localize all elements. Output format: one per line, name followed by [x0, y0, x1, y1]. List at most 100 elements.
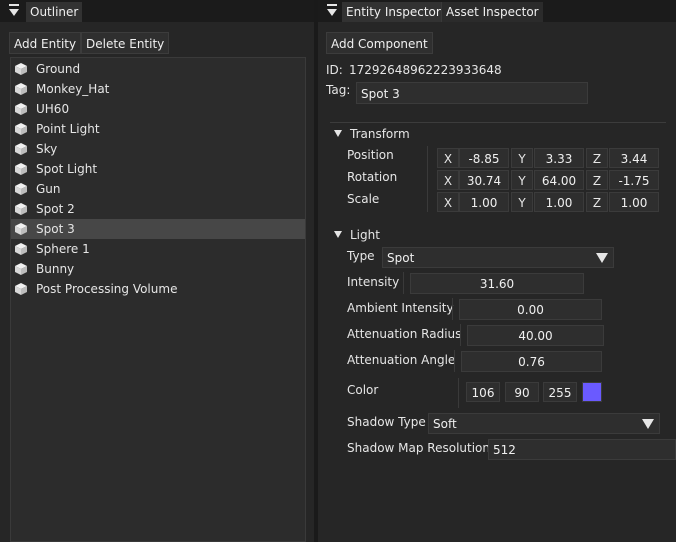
rotation-z-field[interactable]: -1.75 — [609, 170, 659, 190]
list-item-label: Bunny — [36, 262, 75, 276]
cube-icon — [14, 182, 28, 196]
list-item[interactable]: Gun — [11, 179, 305, 199]
ambient-intensity-field[interactable]: 0.00 — [459, 299, 602, 320]
cube-icon — [14, 62, 28, 76]
tab-menu-icon[interactable] — [324, 3, 342, 19]
delete-entity-button[interactable]: Delete Entity — [81, 32, 170, 54]
inspector-tabbar: Entity Inspector Asset Inspector — [318, 0, 676, 22]
atten-radius-separator — [460, 324, 461, 346]
scale-label: Scale — [347, 192, 380, 206]
color-g-field[interactable]: 90 — [505, 382, 539, 402]
list-item[interactable]: Spot 2 — [11, 199, 305, 219]
list-item[interactable]: Point Light — [11, 119, 305, 139]
position-axis-x: X — [437, 148, 459, 168]
position-label: Position — [347, 148, 394, 162]
tab-outliner[interactable]: Outliner — [26, 2, 83, 22]
collapse-arrow-icon[interactable] — [334, 231, 342, 238]
transform-separator — [427, 146, 428, 212]
attenuation-angle-label: Attenuation Angle — [347, 353, 456, 367]
intensity-field[interactable]: 31.60 — [410, 273, 584, 294]
type-dropdown[interactable]: Spot — [382, 247, 614, 268]
list-item[interactable]: Spot Light — [11, 159, 305, 179]
list-item[interactable]: UH60 — [11, 99, 305, 119]
cube-icon — [14, 162, 28, 176]
tag-input[interactable]: Spot 3 — [356, 82, 588, 104]
dropdown-arrow-icon — [642, 419, 654, 429]
type-value: Spot — [387, 251, 415, 265]
color-r-field[interactable]: 106 — [466, 382, 500, 402]
shadow-map-resolution-field[interactable]: 512 — [488, 439, 676, 460]
tab-menu-icon[interactable] — [6, 3, 24, 19]
position-x-field[interactable]: -8.85 — [459, 148, 509, 168]
cube-icon — [14, 122, 28, 136]
scale-axis-x: X — [437, 192, 459, 212]
color-swatch[interactable] — [582, 382, 602, 402]
position-axis-z: Z — [586, 148, 608, 168]
attenuation-angle-field[interactable]: 0.76 — [461, 351, 602, 372]
list-item-label: Sphere 1 — [36, 242, 90, 256]
scale-y-field[interactable]: 1.00 — [534, 192, 584, 212]
position-axis-y: Y — [511, 148, 533, 168]
add-entity-button[interactable]: Add Entity — [9, 32, 82, 54]
scale-axis-y: Y — [511, 192, 533, 212]
scale-z-field[interactable]: 1.00 — [609, 192, 659, 212]
dropdown-arrow-icon — [596, 253, 608, 263]
outliner-tabbar: Outliner — [0, 0, 314, 22]
position-z-field[interactable]: 3.44 — [609, 148, 659, 168]
rotation-axis-x: X — [437, 170, 459, 190]
shadow-type-label: Shadow Type — [347, 415, 426, 429]
intensity-label: Intensity — [347, 275, 400, 289]
outliner-list: Ground Monkey_Hat UH60 Point Light Sky Spot L… — [10, 57, 306, 542]
light-header[interactable]: Light — [350, 228, 380, 242]
list-item-label: Spot 2 — [36, 202, 75, 216]
id-label: ID: — [326, 63, 343, 77]
list-item[interactable]: Post Processing Volume — [11, 279, 305, 299]
list-item[interactable]: Bunny — [11, 259, 305, 279]
list-item-label: Sky — [36, 142, 58, 156]
shadow-map-resolution-label: Shadow Map Resolution — [347, 441, 491, 455]
list-item-label: Point Light — [36, 122, 100, 136]
color-b-field[interactable]: 255 — [543, 382, 577, 402]
list-item-label: Spot 3 — [36, 222, 75, 236]
rotation-axis-y: Y — [511, 170, 533, 190]
list-item-label: Spot Light — [36, 162, 98, 176]
cube-icon — [14, 262, 28, 276]
list-item-label: Ground — [36, 62, 81, 76]
attenuation-radius-label: Attenuation Radius — [347, 327, 462, 341]
shadow-type-dropdown[interactable]: Soft — [428, 413, 660, 434]
rotation-y-field[interactable]: 64.00 — [534, 170, 584, 190]
list-item[interactable]: Ground — [11, 59, 305, 79]
position-y-field[interactable]: 3.33 — [534, 148, 584, 168]
list-item-label: UH60 — [36, 102, 70, 116]
list-item-label: Monkey_Hat — [36, 82, 110, 96]
tab-asset-inspector[interactable]: Asset Inspector — [441, 2, 543, 22]
transform-header[interactable]: Transform — [350, 127, 410, 141]
scale-axis-z: Z — [586, 192, 608, 212]
rotation-x-field[interactable]: 30.74 — [459, 170, 509, 190]
list-item-label: Post Processing Volume — [36, 282, 178, 296]
list-item[interactable]: Sphere 1 — [11, 239, 305, 259]
collapse-arrow-icon[interactable] — [334, 130, 342, 137]
list-item-label: Gun — [36, 182, 61, 196]
color-separator — [458, 378, 459, 408]
cube-icon — [14, 222, 28, 236]
intensity-separator — [403, 272, 404, 294]
ambient-intensity-label: Ambient Intensity — [347, 301, 454, 315]
scale-x-field[interactable]: 1.00 — [459, 192, 509, 212]
cube-icon — [14, 142, 28, 156]
outliner-panel: Outliner Add Entity Delete Entity Ground… — [0, 0, 314, 542]
add-component-button[interactable]: Add Component — [326, 32, 433, 54]
tab-entity-inspector[interactable]: Entity Inspector — [342, 2, 445, 22]
cube-icon — [14, 242, 28, 256]
list-item[interactable]: Spot 3 — [11, 219, 305, 239]
cube-icon — [14, 282, 28, 296]
rotation-axis-z: Z — [586, 170, 608, 190]
rotation-label: Rotation — [347, 170, 398, 184]
list-item[interactable]: Monkey_Hat — [11, 79, 305, 99]
attenuation-radius-field[interactable]: 40.00 — [467, 325, 604, 346]
tag-label: Tag: — [326, 83, 351, 97]
ambient-separator — [452, 298, 453, 320]
color-label: Color — [347, 383, 379, 397]
list-item[interactable]: Sky — [11, 139, 305, 159]
atten-angle-separator — [454, 350, 455, 372]
